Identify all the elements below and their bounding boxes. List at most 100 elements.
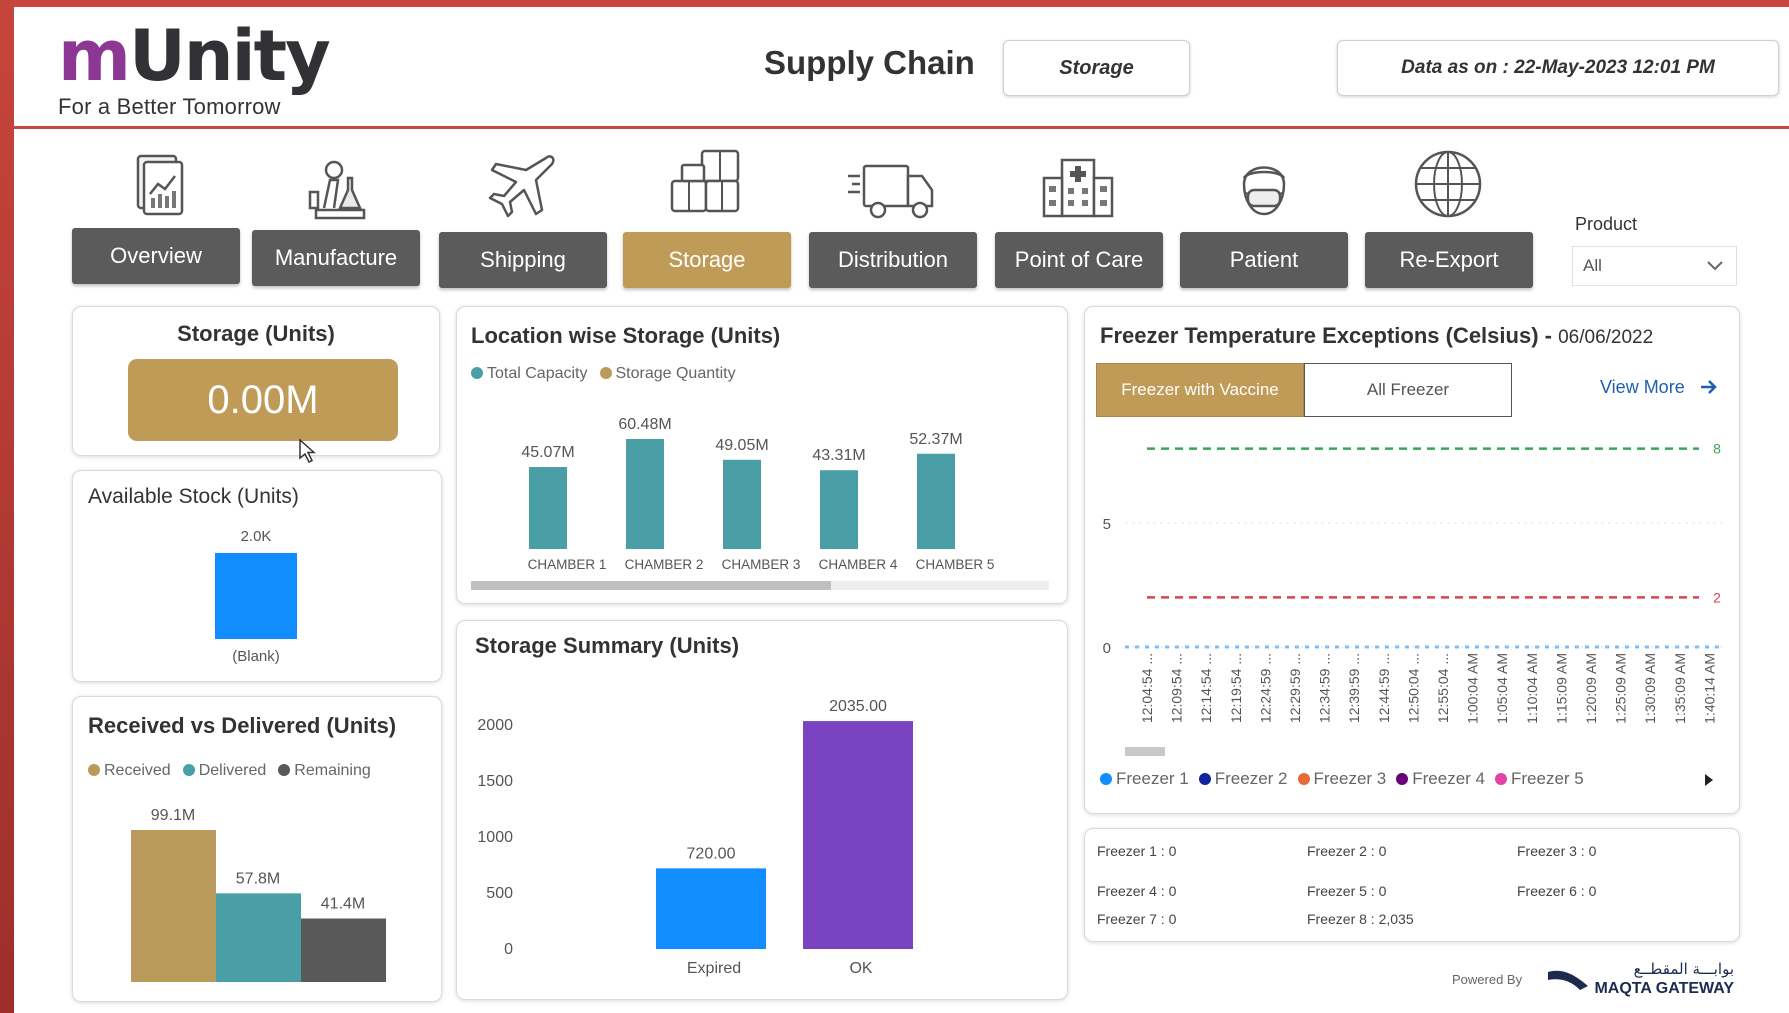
storage-units-value: 0.00M xyxy=(128,359,398,441)
x-tick-label: 1:05:04 AM xyxy=(1494,653,1510,724)
bar xyxy=(131,830,216,982)
x-tick-label: 12:14:54 ... xyxy=(1198,653,1214,723)
location-storage-card: Location wise Storage (Units) Total Capa… xyxy=(456,306,1068,604)
freezer-legend-item: Freezer 3 xyxy=(1297,769,1386,789)
data-label: 2035.00 xyxy=(829,698,887,715)
chevron-down-icon xyxy=(1707,261,1723,271)
x-tick-label: 12:19:54 ... xyxy=(1228,653,1244,723)
x-tick-label: 12:09:54 ... xyxy=(1169,653,1185,723)
tab-manufacture[interactable]: Manufacture xyxy=(252,230,420,286)
received-delivered-chart: 99.1M 57.8M 41.4M xyxy=(131,807,386,982)
legend-dot xyxy=(1100,773,1112,785)
legend-label: Freezer 5 xyxy=(1511,769,1584,788)
section-indicator: Storage xyxy=(1003,40,1190,96)
category-label: CHAMBER 5 xyxy=(916,557,995,572)
globe-icon xyxy=(1414,150,1482,218)
x-tick-label: 1:20:09 AM xyxy=(1583,653,1599,724)
freezer-chart-scrollbar[interactable] xyxy=(1125,747,1165,756)
freezer-count-6: Freezer 6 : 0 xyxy=(1517,883,1597,899)
reference-line-label: 2 xyxy=(1713,589,1721,605)
munity-logo: mUnity For a Better Tomorrow xyxy=(58,20,331,120)
bar xyxy=(529,467,567,549)
freezer-counts-card: Freezer 1 : 0 Freezer 2 : 0 Freezer 3 : … xyxy=(1084,828,1740,942)
y-tick-label: 1500 xyxy=(477,773,513,790)
legend-label: Freezer 2 xyxy=(1214,769,1288,788)
data-timestamp: Data as on : 22-May-2023 12:01 PM xyxy=(1337,40,1779,96)
category-label: (Blank) xyxy=(232,648,280,665)
horizontal-scrollbar-track[interactable] xyxy=(471,581,1049,590)
mouse-cursor-icon xyxy=(299,438,316,464)
airplane-icon xyxy=(488,155,555,218)
bar xyxy=(215,553,297,639)
bar xyxy=(917,453,955,549)
y-tick-label: 500 xyxy=(486,885,513,902)
x-tick-label: 12:39:59 ... xyxy=(1346,653,1362,723)
tab-distribution[interactable]: Distribution xyxy=(809,232,977,288)
legend-dot xyxy=(1297,773,1310,785)
x-tick-label: 1:10:04 AM xyxy=(1524,653,1540,724)
dashboard-screen: mUnity For a Better Tomorrow Supply Chai… xyxy=(0,0,1789,1013)
tab-patient[interactable]: Patient xyxy=(1180,232,1348,288)
logo-m: m xyxy=(58,15,131,97)
tab-re-export[interactable]: Re-Export xyxy=(1365,232,1533,288)
page-title: Supply Chain xyxy=(764,44,975,81)
freezer-count-1: Freezer 1 : 0 xyxy=(1097,843,1177,859)
powered-by-label: Powered By xyxy=(1452,972,1523,987)
x-tick-label: 1:40:14 AM xyxy=(1701,653,1717,724)
location-storage-chart: 45.07M CHAMBER 1 60.48M CHAMBER 2 49.05M CHAM… xyxy=(521,416,995,572)
legend-next-icon[interactable] xyxy=(1703,773,1715,787)
boxes-icon xyxy=(670,149,740,213)
data-label: 720.00 xyxy=(687,845,736,862)
received-delivered-card: Received vs Delivered (Units) Received De… xyxy=(72,696,442,1002)
x-tick-label: 12:29:59 ... xyxy=(1287,653,1303,723)
y-tick-label: 0 xyxy=(1103,640,1111,657)
legend-dot xyxy=(1198,773,1211,785)
horizontal-scrollbar-thumb[interactable] xyxy=(471,581,831,590)
logo-tagline: For a Better Tomorrow xyxy=(58,94,281,119)
storage-summary-chart: 0 500 1000 1500 2000 720.00 Expired 2035.00 OK xyxy=(477,698,913,977)
product-filter-value: All xyxy=(1583,256,1602,275)
freezer-legend-item: Freezer 4 xyxy=(1396,769,1485,789)
x-tick-label: 12:55:04 ... xyxy=(1435,653,1451,723)
bar xyxy=(626,439,664,549)
reference-line-label: 8 xyxy=(1713,441,1721,457)
category-label: CHAMBER 1 xyxy=(528,557,607,572)
x-tick-label: 1:00:04 AM xyxy=(1465,653,1481,724)
storage-units-card: Storage (Units) 0.00M xyxy=(72,306,440,456)
left-border xyxy=(0,0,14,1013)
bar xyxy=(803,721,913,949)
x-tick-label: 1:25:09 AM xyxy=(1613,653,1629,724)
tab-storage[interactable]: Storage xyxy=(623,232,791,288)
category-label: CHAMBER 4 xyxy=(819,557,898,572)
product-filter-label: Product xyxy=(1575,214,1638,234)
y-tick-label: 1000 xyxy=(477,829,513,846)
freezer-count-2: Freezer 2 : 0 xyxy=(1307,843,1387,859)
storage-units-title: Storage (Units) xyxy=(177,321,335,346)
tab-point-of-care[interactable]: Point of Care xyxy=(995,232,1163,288)
header-divider xyxy=(14,126,1789,129)
tab-overview[interactable]: Overview xyxy=(72,228,240,284)
legend-dot xyxy=(1396,773,1409,785)
tab-shipping[interactable]: Shipping xyxy=(439,232,607,288)
maqta-logo-icon xyxy=(1548,970,1588,990)
chart-report-icon xyxy=(136,154,184,216)
freezer-count-7: Freezer 7 : 0 xyxy=(1097,911,1177,927)
y-tick-label: 2000 xyxy=(477,717,513,734)
freezer-count-5: Freezer 5 : 0 xyxy=(1307,883,1387,899)
freezer-count-3: Freezer 3 : 0 xyxy=(1517,843,1597,859)
storage-summary-card: Storage Summary (Units) 0 500 1000 1500 2000… xyxy=(456,620,1068,1000)
data-label: 2.0K xyxy=(241,528,272,545)
partner-arabic-name: بوابـــة المقطــع xyxy=(1633,960,1734,978)
x-tick-label: 12:50:04 ... xyxy=(1405,653,1421,723)
category-label: Expired xyxy=(687,960,741,977)
x-tick-label: 12:04:54 ... xyxy=(1139,653,1155,723)
hospital-icon xyxy=(1042,158,1114,218)
freezer-count-4: Freezer 4 : 0 xyxy=(1097,883,1177,899)
data-label: 49.05M xyxy=(715,437,768,454)
freezer-legend-item: Freezer 5 xyxy=(1495,769,1584,789)
bar xyxy=(656,868,766,949)
data-label: 52.37M xyxy=(909,431,962,448)
product-filter-select[interactable]: All xyxy=(1572,246,1737,286)
x-tick-label: 1:15:09 AM xyxy=(1553,653,1569,724)
data-label: 41.4M xyxy=(321,896,365,913)
